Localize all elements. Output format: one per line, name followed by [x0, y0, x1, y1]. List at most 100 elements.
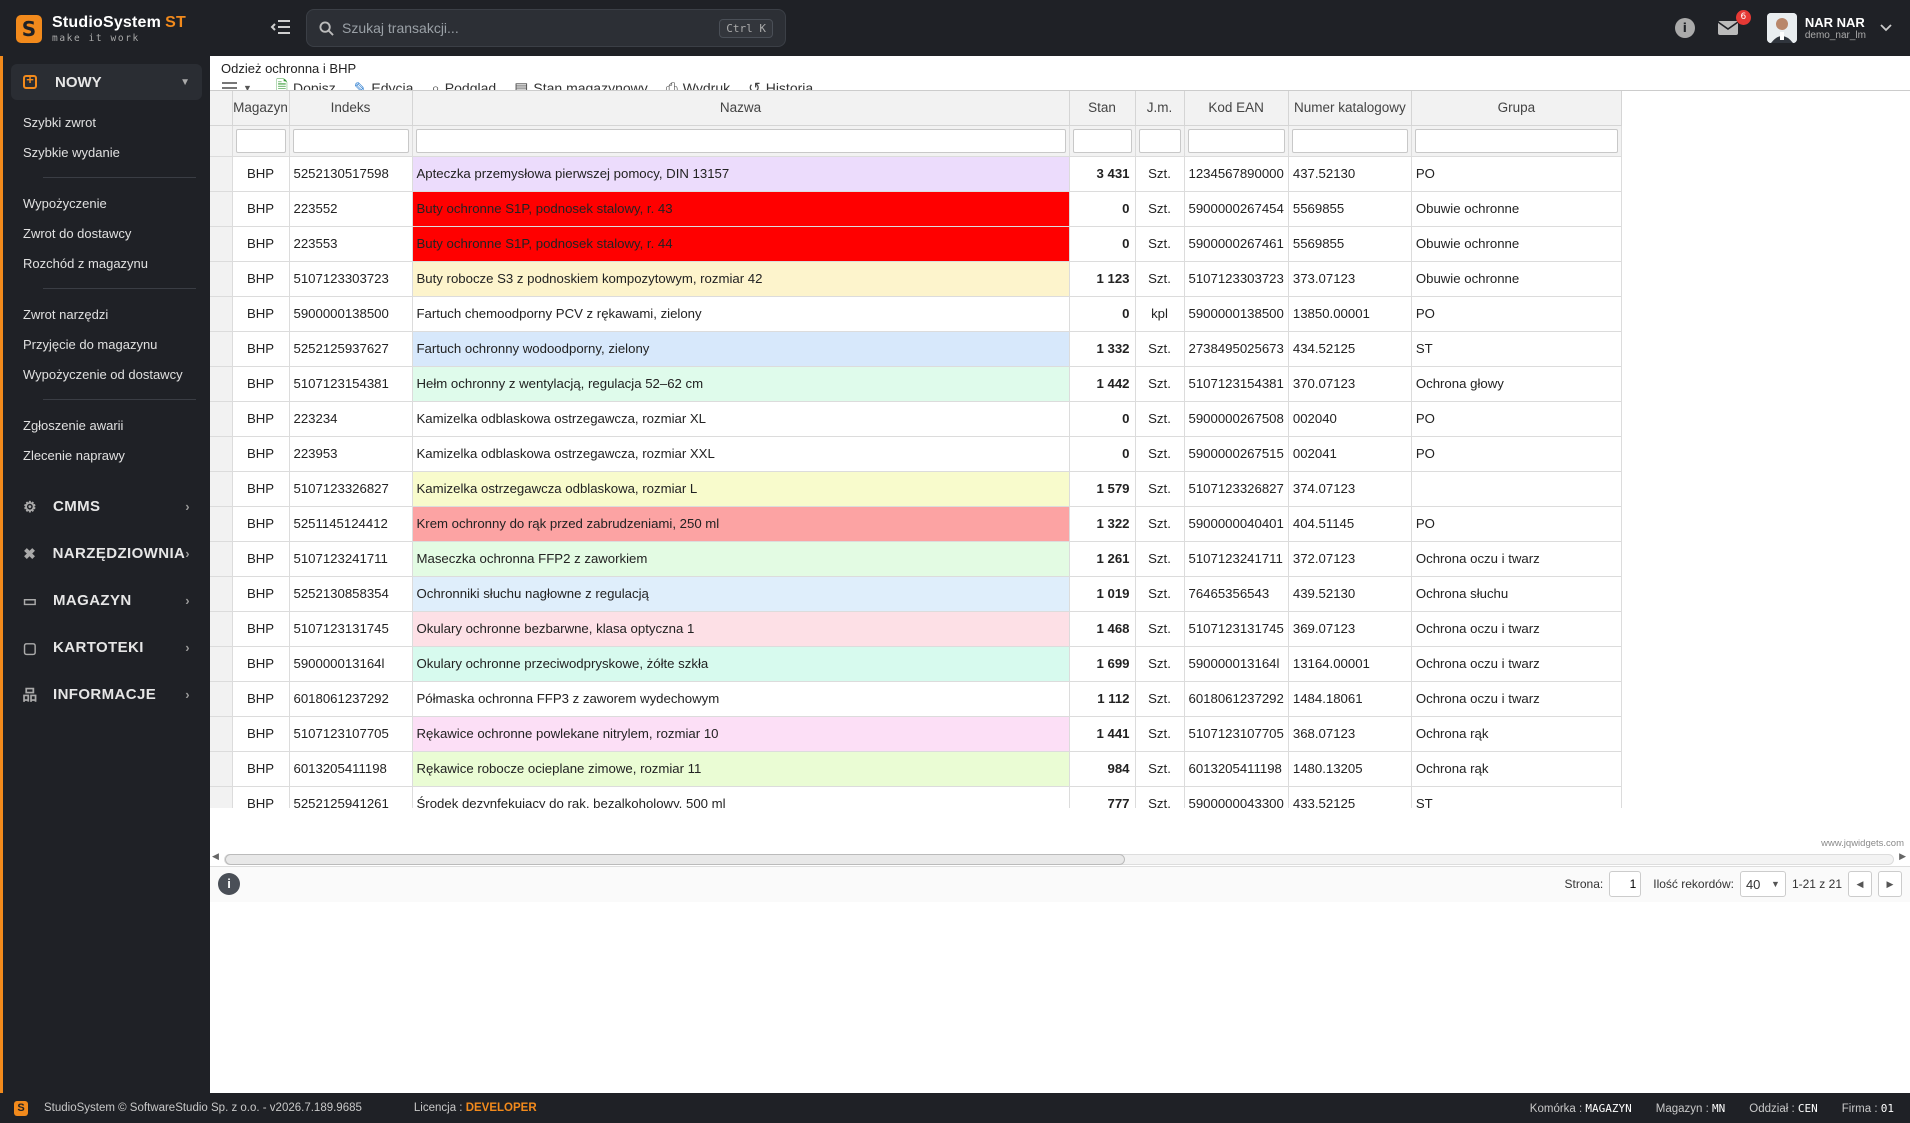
- table-row[interactable]: BHP 223552 Buty ochronne S1P, podnosek sta…: [210, 191, 1622, 227]
- table-row[interactable]: BHP 5107123107705 Rękawice ochronne powlek…: [210, 716, 1622, 752]
- row-header[interactable]: [210, 366, 233, 402]
- cell-jm: Szt.: [1135, 506, 1185, 542]
- column-header[interactable]: J.m.: [1135, 91, 1185, 126]
- table-row[interactable]: BHP 5252125941261 Środek dezynfekujący do …: [210, 786, 1622, 808]
- sidebar-section-cmms[interactable]: ⚙ CMMS ›: [3, 483, 210, 530]
- sidebar-section-kartoteki[interactable]: ▢ KARTOTEKI ›: [3, 624, 210, 671]
- table-row[interactable]: BHP 5900000138500 Fartuch chemoodporny PCV…: [210, 296, 1622, 332]
- mail-button[interactable]: 6: [1717, 10, 1751, 36]
- sidebar-subitem[interactable]: Wypożyczenie od dostawcy: [23, 360, 210, 390]
- sidebar-subitem[interactable]: Szybkie wydanie: [23, 138, 210, 168]
- row-header[interactable]: [210, 751, 233, 787]
- table-row[interactable]: BHP 223553 Buty ochronne S1P, podnosek sta…: [210, 226, 1622, 262]
- search-input[interactable]: [342, 20, 720, 36]
- column-header[interactable]: Magazyn: [232, 91, 290, 126]
- row-header[interactable]: [210, 576, 233, 612]
- column-filter-input[interactable]: [235, 128, 286, 153]
- row-header[interactable]: [210, 611, 233, 647]
- column-header[interactable]: Numer katalogowy: [1288, 91, 1412, 126]
- table-row[interactable]: BHP 590000013164l Okulary ochronne przeciw…: [210, 646, 1622, 682]
- avatar[interactable]: [1766, 13, 1797, 43]
- scroll-left-icon[interactable]: ◀: [212, 852, 219, 862]
- global-search[interactable]: Ctrl K: [306, 9, 786, 47]
- row-header[interactable]: [210, 331, 233, 367]
- row-header[interactable]: [210, 646, 233, 682]
- table-row[interactable]: BHP 5251145124412 Krem ochronny do rąk prz…: [210, 506, 1622, 542]
- row-header[interactable]: [210, 296, 233, 332]
- sidebar-section-narzędziownia[interactable]: ✖ NARZĘDZIOWNIA ›: [3, 530, 210, 577]
- prev-page-button[interactable]: ◀: [1848, 871, 1872, 897]
- sidebar-section-informacje[interactable]: 品 INFORMACJE ›: [3, 671, 210, 718]
- row-header[interactable]: [210, 401, 233, 437]
- row-header[interactable]: [210, 506, 233, 542]
- sidebar-subitem[interactable]: Przyjęcie do magazynu: [23, 330, 210, 360]
- sidebar-subitem[interactable]: Wypożyczenie: [23, 189, 210, 219]
- menu-toggle-icon[interactable]: [270, 16, 294, 40]
- footer-context-item: Komórka : MAGAZYN: [1529, 1101, 1632, 1115]
- sidebar-subitem[interactable]: Szybki zwrot: [23, 108, 210, 138]
- sidebar-section-nowy[interactable]: NOWY ▼: [11, 64, 202, 100]
- app-logo[interactable]: S StudioSystem ST make it work: [16, 14, 186, 44]
- column-header[interactable]: Grupa: [1411, 91, 1622, 126]
- table-row[interactable]: BHP 5252130858354 Ochronniki słuchu nagłow…: [210, 576, 1622, 612]
- column-filter-input[interactable]: [1072, 128, 1132, 153]
- column-header[interactable]: Nazwa: [412, 91, 1070, 126]
- logo-mark-icon: S: [16, 15, 42, 43]
- table-row[interactable]: BHP 6018061237292 Półmaska ochronna FFP3 z…: [210, 681, 1622, 717]
- row-header[interactable]: [210, 716, 233, 752]
- table-row[interactable]: BHP 5107123154381 Hełm ochronny z wentylac…: [210, 366, 1622, 402]
- table-row[interactable]: BHP 223234 Kamizelka odblaskowa ostrzegawc…: [210, 401, 1622, 437]
- row-header[interactable]: [210, 471, 233, 507]
- column-filter-input[interactable]: [1414, 128, 1618, 153]
- cell-stan: 0: [1069, 226, 1136, 262]
- row-header[interactable]: [210, 436, 233, 472]
- table-row[interactable]: BHP 223953 Kamizelka odblaskowa ostrzegawc…: [210, 436, 1622, 472]
- info-icon[interactable]: i: [1674, 18, 1695, 38]
- sidebar-subitem[interactable]: Zgłoszenie awarii: [23, 411, 210, 441]
- sidebar-section-magazyn[interactable]: ▭ MAGAZYN ›: [3, 577, 210, 624]
- row-header[interactable]: [210, 786, 233, 808]
- scroll-right-icon[interactable]: ▶: [1899, 852, 1906, 862]
- cell-stan: 984: [1069, 751, 1136, 787]
- cell-grupa: Obuwie ochronne: [1411, 261, 1622, 297]
- cell-name: Okulary ochronne przeciwodpryskowe, żółt…: [412, 646, 1070, 682]
- table-row[interactable]: BHP 5252130517598 Apteczka przemysłowa pie…: [210, 156, 1622, 192]
- user-info[interactable]: NAR NAR demo_nar_lm: [1805, 15, 1866, 41]
- column-filter-input[interactable]: [1291, 128, 1408, 153]
- cell-mag: BHP: [232, 471, 290, 507]
- column-header[interactable]: Stan: [1069, 91, 1136, 126]
- records-per-page-select[interactable]: 40 ▼: [1739, 871, 1786, 897]
- table-row[interactable]: BHP 5107123326827 Kamizelka ostrzegawcza o…: [210, 471, 1622, 507]
- sidebar-subitem[interactable]: Zwrot do dostawcy: [23, 219, 210, 249]
- table-row[interactable]: BHP 5107123131745 Okulary ochronne bezbarw…: [210, 611, 1622, 647]
- table-row[interactable]: BHP 5252125937627 Fartuch ochronny wodoodp…: [210, 331, 1622, 367]
- row-header[interactable]: [210, 226, 233, 262]
- table-row[interactable]: BHP 5107123303723 Buty robocze S3 z podnos…: [210, 261, 1622, 297]
- sidebar: NOWY ▼ Szybki zwrotSzybkie wydanie Wypoży…: [0, 56, 210, 1093]
- column-filter-input[interactable]: [415, 128, 1066, 153]
- app-name-suffix: ST: [165, 14, 186, 31]
- column-filter-input[interactable]: [292, 128, 409, 153]
- sidebar-subitem[interactable]: Zwrot narzędzi: [23, 300, 210, 330]
- row-header-corner: [210, 125, 233, 157]
- horizontal-scrollbar[interactable]: ◀ ▶: [212, 852, 1908, 866]
- cell-ean: 5900000267454: [1184, 191, 1289, 227]
- page-input[interactable]: [1609, 871, 1642, 897]
- column-header[interactable]: Kod EAN: [1184, 91, 1289, 126]
- column-header[interactable]: Indeks: [289, 91, 413, 126]
- row-header[interactable]: [210, 541, 233, 577]
- chevron-down-icon[interactable]: [1880, 20, 1892, 36]
- next-page-button[interactable]: ▶: [1878, 871, 1902, 897]
- row-header[interactable]: [210, 261, 233, 297]
- grid-info-icon[interactable]: i: [218, 873, 240, 895]
- table-row[interactable]: BHP 5107123241711 Maseczka ochronna FFP2 z…: [210, 541, 1622, 577]
- sidebar-subitem[interactable]: Zlecenie naprawy: [23, 441, 210, 471]
- row-header[interactable]: [210, 681, 233, 717]
- sidebar-subitem[interactable]: Rozchód z magazynu: [23, 249, 210, 279]
- scrollbar-thumb[interactable]: [225, 854, 1125, 865]
- column-filter-input[interactable]: [1187, 128, 1285, 153]
- row-header[interactable]: [210, 191, 233, 227]
- table-row[interactable]: BHP 6013205411198 Rękawice robocze ociepla…: [210, 751, 1622, 787]
- row-header[interactable]: [210, 156, 233, 192]
- column-filter-input[interactable]: [1138, 128, 1181, 153]
